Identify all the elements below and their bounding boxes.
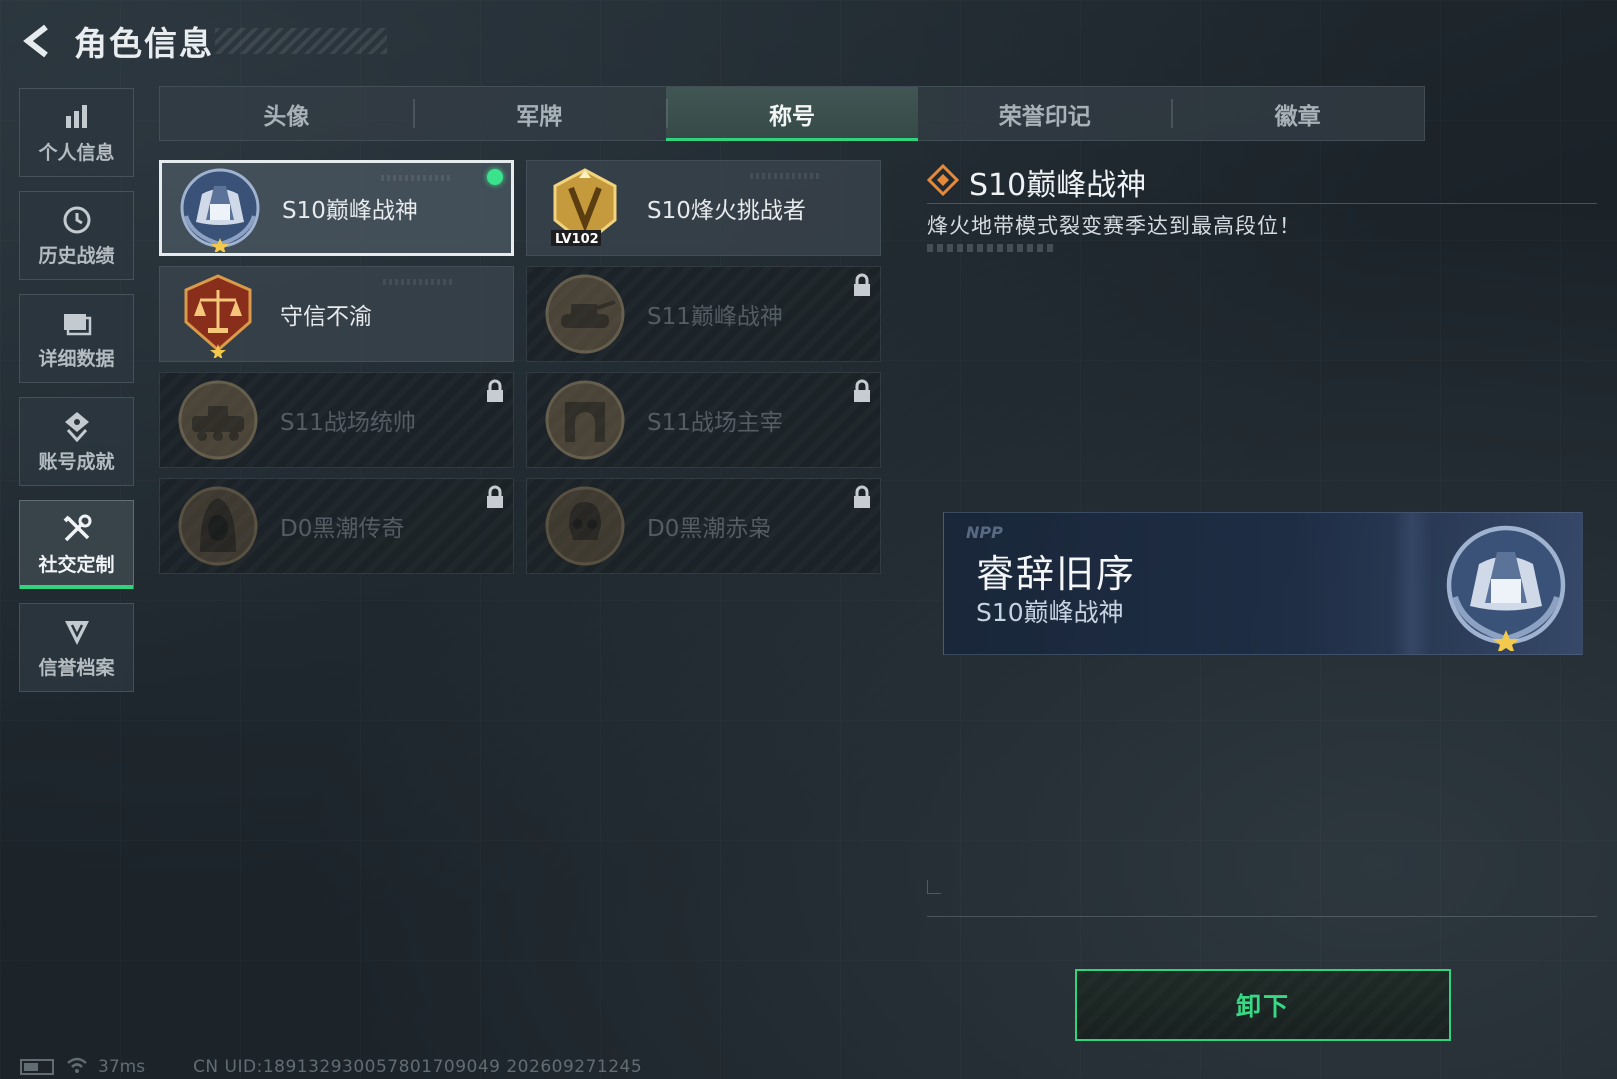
sidebar-item-label: 社交定制 [38,554,115,576]
sidebar-item-label: 详细数据 [38,348,115,370]
title-name: D0黑潮赤枭 [647,516,772,542]
title-name: S11巅峰战神 [647,304,783,330]
tank-emblem [537,267,633,361]
card-decoration [383,279,453,285]
arch-emblem [537,373,633,467]
sidebar-item-match-history[interactable]: 历史战绩 [19,191,134,280]
lock-icon [485,485,505,509]
shield-icon [60,615,94,649]
scales-emblem [170,267,266,361]
title-name: S11战场主宰 [647,410,783,436]
title-name: S10烽火挑战者 [647,198,806,224]
sidebar-item-label: 信誉档案 [38,657,115,679]
tab-avatar[interactable]: 头像 [160,87,413,140]
tools-icon [60,512,94,546]
detail-header: S10巅峰战神 [926,160,1147,204]
tab-bar: 头像 军牌 称号 荣誉印记 徽章 [159,86,1425,141]
title-card[interactable]: D0黑潮传奇 [159,478,514,574]
card-decoration [381,175,451,181]
sidebar-item-label: 账号成就 [38,451,115,473]
page-title: 角色信息 [74,24,214,63]
title-card[interactable]: LV102 S10烽火挑战者 [526,160,881,256]
sidebar-item-detailed-data[interactable]: 详细数据 [19,294,134,383]
detail-title: S10巅峰战神 [969,168,1147,203]
detail-description: 烽火地带模式裂变赛季达到最高段位！ [927,214,1301,238]
folder-icon [60,306,94,340]
diamond-icon [926,163,960,200]
frame-corner [927,880,941,894]
uid-readout: CN UID:18913293005780170904​9 2026092712… [193,1057,643,1077]
skull-emblem [537,479,633,573]
title-card[interactable]: S11战场统帅 [159,372,514,468]
header: 角色信息 [18,16,214,66]
ping-readout: 37ms [98,1057,146,1077]
nameplate-preview: NPP 睿辞旧序 S10巅峰战神 [943,512,1583,655]
header-stripes [215,28,387,54]
title-name: S10巅峰战神 [282,198,418,224]
title-name: 守信不渝 [280,304,372,330]
equipped-indicator [487,169,503,185]
wifi-icon [66,1056,88,1079]
title-card[interactable]: D0黑潮赤枭 [526,478,881,574]
sidebar: 个人信息 历史战绩 详细数据 账号成就 社交定制 信誉档案 [19,88,134,706]
card-decoration [750,173,820,179]
nameplate-tag: NPP [966,523,1003,542]
sidebar-item-credit-record[interactable]: 信誉档案 [19,603,134,692]
clock-icon [60,203,94,237]
tab-dog-tag[interactable]: 军牌 [412,87,666,140]
level-badge: LV102 [555,232,599,247]
detail-divider [927,203,1597,204]
bar-chart-icon [60,100,94,134]
sidebar-item-social-custom[interactable]: 社交定制 [19,500,134,589]
title-card[interactable]: S11巅峰战神 [526,266,881,362]
sidebar-item-label: 历史战绩 [38,245,115,267]
title-card[interactable]: S10巅峰战神 [159,160,514,256]
battery-icon [20,1059,54,1075]
sidebar-item-achievements[interactable]: 账号成就 [19,397,134,486]
lock-icon [852,485,872,509]
detail-progress-dots [927,244,1057,252]
title-card[interactable]: S11战场主宰 [526,372,881,468]
tab-title[interactable]: 称号 [665,87,919,141]
status-bar: 37ms CN UID:18913293005780170904​9 20260… [20,1056,642,1078]
unequip-button[interactable]: 卸下 [1075,969,1451,1041]
challenger-emblem: LV102 [537,161,633,255]
lock-icon [485,379,505,403]
lock-icon [852,379,872,403]
back-arrow-icon[interactable] [18,21,58,61]
title-name: S11战场统帅 [280,410,416,436]
lock-icon [852,273,872,297]
tab-honor-mark[interactable]: 荣誉印记 [918,87,1171,140]
title-card[interactable]: 守信不渝 [159,266,514,362]
peak-god-emblem [1440,519,1572,654]
bottom-divider [927,916,1597,917]
nameplate-player-name: 睿辞旧序 [976,552,1137,596]
sidebar-item-personal-info[interactable]: 个人信息 [19,88,134,177]
sidebar-item-label: 个人信息 [38,142,115,164]
achievement-icon [60,409,94,443]
nameplate-sheen [1392,513,1432,654]
hooded-emblem [170,479,266,573]
tab-badge[interactable]: 徽章 [1171,87,1424,140]
vehicle-emblem [170,373,266,467]
nameplate-title: S10巅峰战神 [976,598,1124,627]
title-name: D0黑潮传奇 [280,516,405,542]
peak-god-emblem [172,163,268,253]
